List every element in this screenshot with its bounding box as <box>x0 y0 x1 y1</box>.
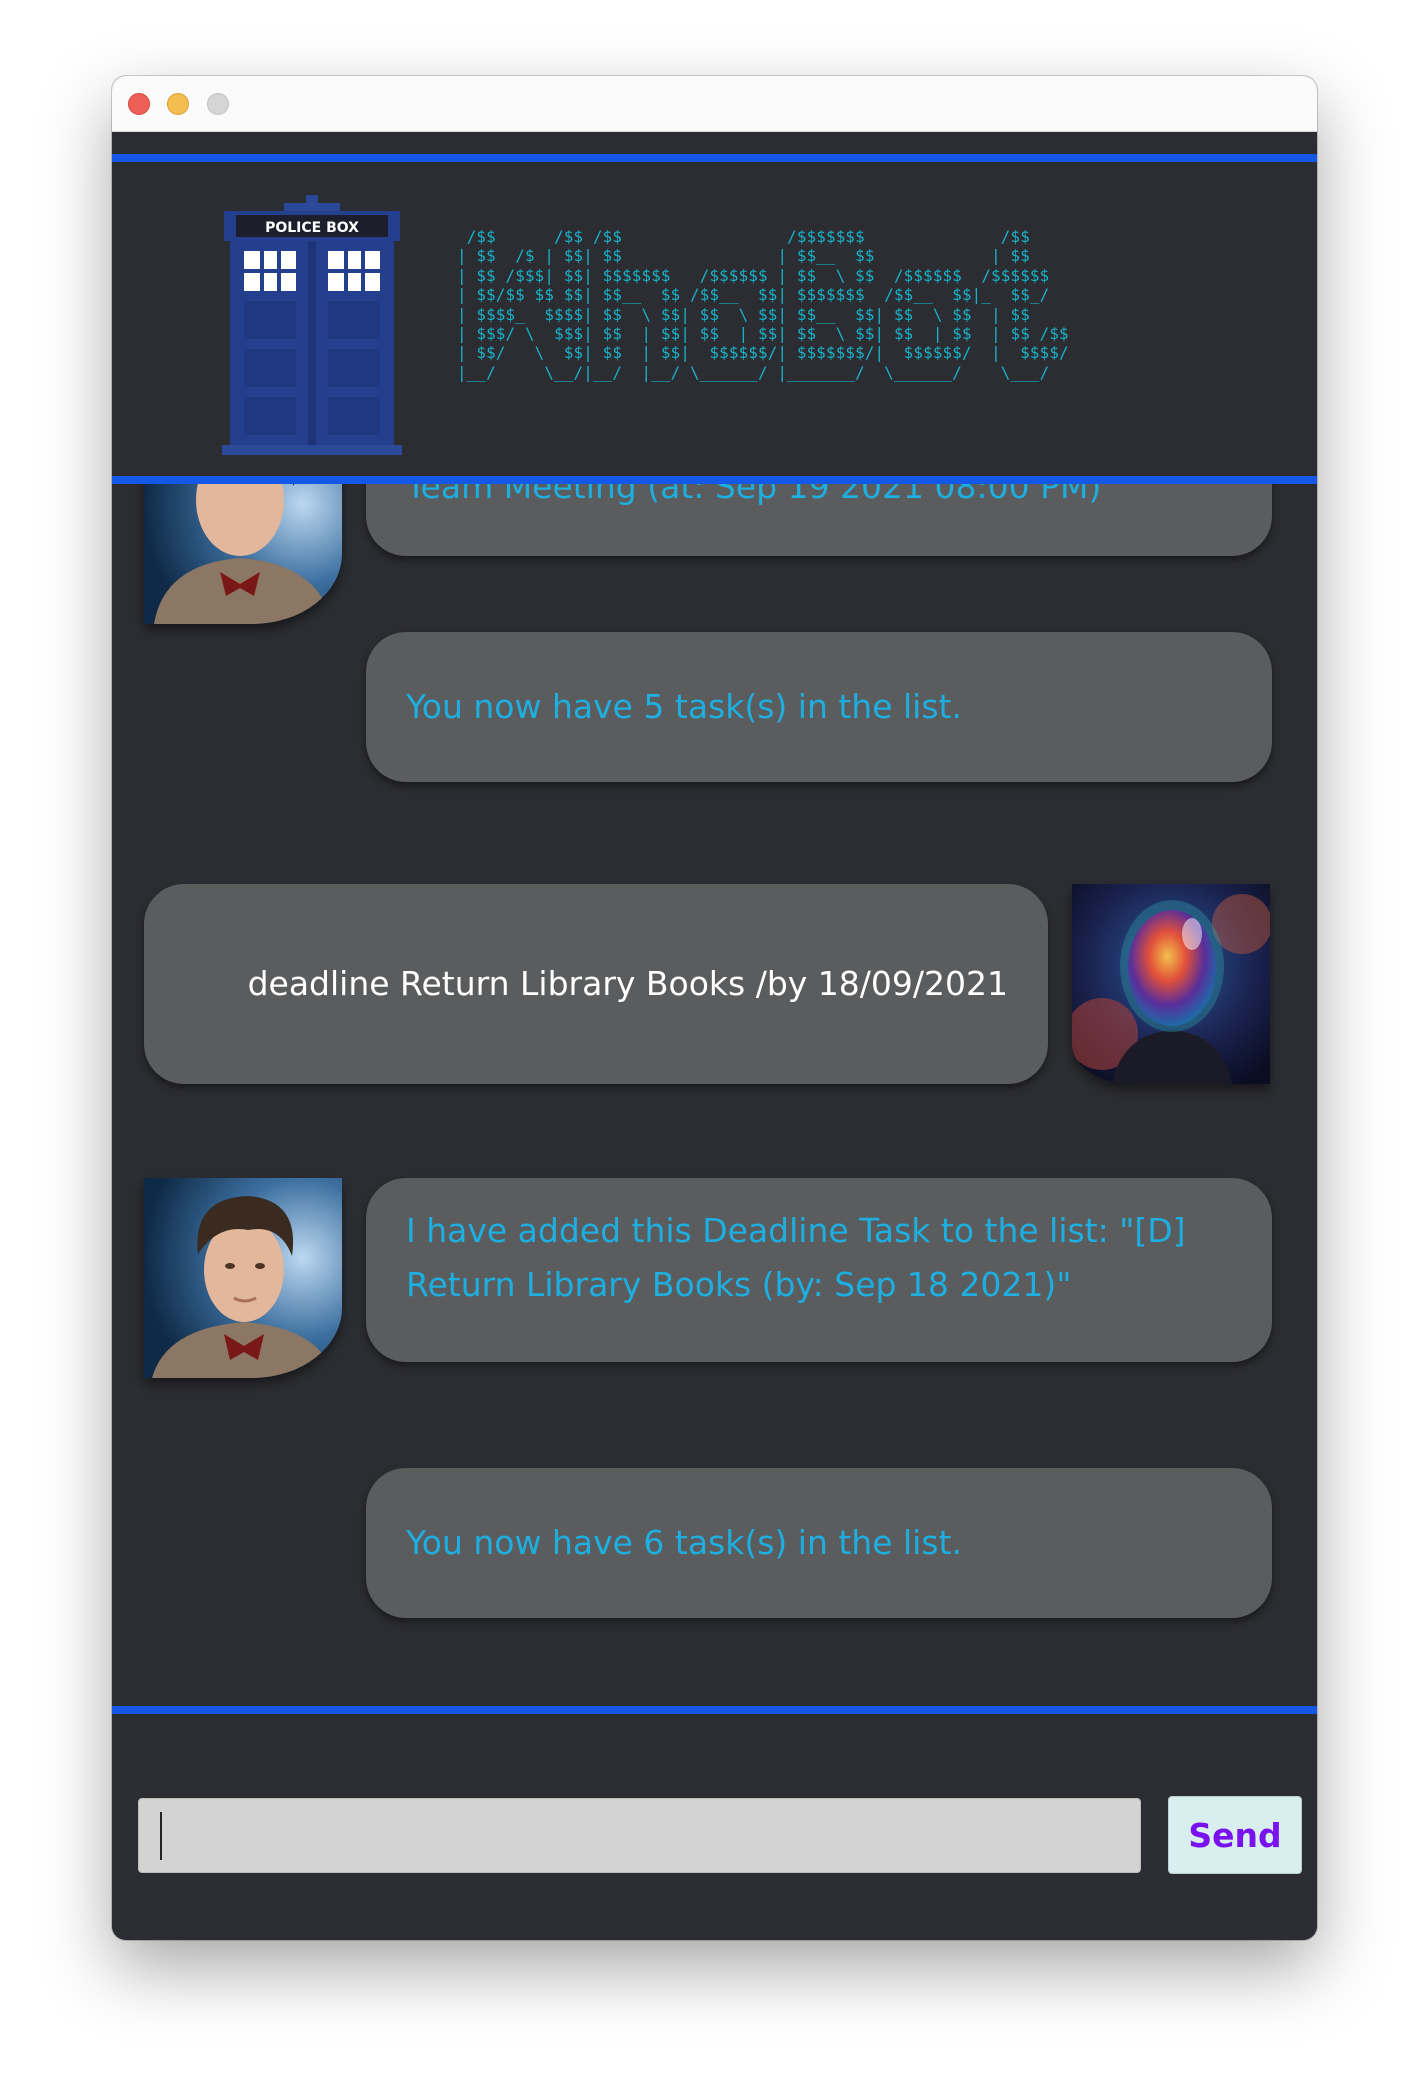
header: POLICE BOX /$$ /$$ /$$ /$$$$$$$ /$$ | $$… <box>112 162 1317 476</box>
input-area: Send <box>112 1714 1317 1940</box>
bot-message-text: You now have 5 task(s) in the list. <box>406 687 962 726</box>
header-bottom-divider <box>112 476 1317 484</box>
bot-message-text: I have added this Deadline Task to the l… <box>406 1211 1186 1304</box>
user-message-text: deadline Return Library Books /by 18/09/… <box>247 964 1008 1003</box>
bot-message-text: Team Meeting (at: Sep 19 2021 08:00 PM) <box>406 484 1102 506</box>
close-window-button[interactable] <box>128 93 150 115</box>
bot-message-bubble: You now have 5 task(s) in the list. <box>366 632 1272 782</box>
doctor-portrait-icon <box>144 484 342 624</box>
banner-ascii-text: /$$ /$$ /$$ /$$$$$$$ /$$ | $$ /$ | $$| $… <box>457 227 1069 382</box>
dialog-container[interactable]: Team Meeting (at: Sep 19 2021 08:00 PM) … <box>112 484 1317 1706</box>
title-bar <box>112 76 1317 132</box>
bot-avatar <box>144 1178 342 1378</box>
cosmic-astronaut-icon <box>1072 884 1270 1084</box>
doctor-portrait-icon <box>144 1178 342 1378</box>
user-avatar <box>1072 884 1270 1084</box>
header-top-divider <box>112 154 1317 162</box>
app-window: POLICE BOX /$$ /$$ /$$ /$$$$$$$ /$$ | $$… <box>112 76 1317 1940</box>
zoom-window-button[interactable] <box>207 93 229 115</box>
bot-message-bubble: I have added this Deadline Task to the l… <box>366 1178 1272 1362</box>
tardis-sign-text: POLICE BOX <box>265 220 359 236</box>
tardis-logo-icon: POLICE BOX <box>222 195 402 455</box>
bot-message-text: You now have 6 task(s) in the list. <box>406 1523 962 1562</box>
bot-message-bubble: You now have 6 task(s) in the list. <box>366 1468 1272 1618</box>
send-button[interactable]: Send <box>1168 1796 1302 1874</box>
bot-message-bubble: Team Meeting (at: Sep 19 2021 08:00 PM) <box>366 484 1272 556</box>
minimize-window-button[interactable] <box>167 93 189 115</box>
app-content: POLICE BOX /$$ /$$ /$$ /$$$$$$$ /$$ | $$… <box>112 132 1317 1940</box>
user-message-bubble: deadline Return Library Books /by 18/09/… <box>144 884 1048 1084</box>
bot-avatar <box>144 484 342 624</box>
input-divider <box>112 1706 1317 1714</box>
message-input[interactable] <box>138 1798 1141 1873</box>
text-caret <box>160 1812 162 1860</box>
